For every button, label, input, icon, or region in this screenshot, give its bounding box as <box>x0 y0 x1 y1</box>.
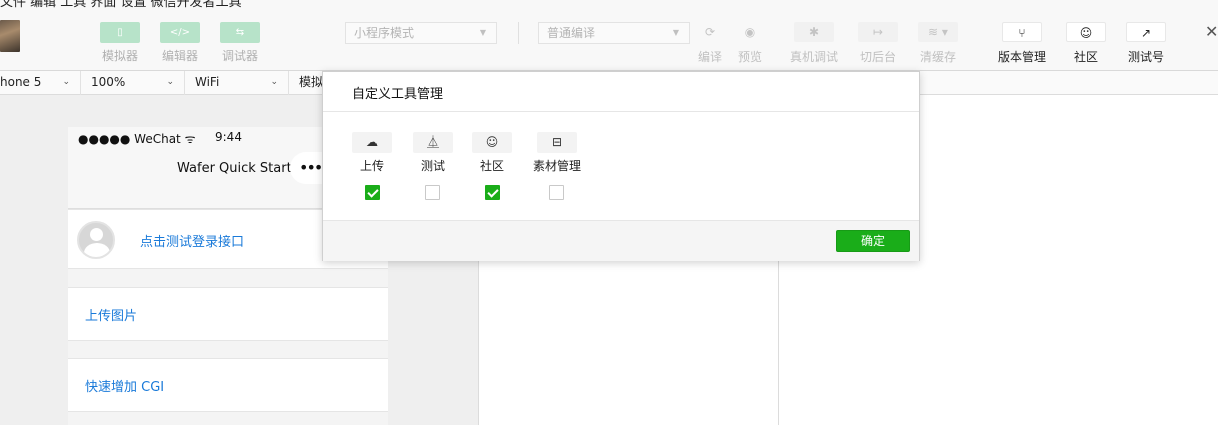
chevron-down-icon: ⌄ <box>166 77 174 87</box>
tool-upload: ☁ 上传 <box>344 132 400 174</box>
debugger-toggle-label: 调试器 <box>221 49 258 63</box>
debugger-toggle-button[interactable]: ⇆ 调试器 <box>210 22 270 64</box>
tool-material-label: 素材管理 <box>532 159 581 173</box>
top-toolbar: 文件 编辑 工具 界面 设置 微信开发者工具 ▯ 模拟器 </> 编辑器 ⇆ 调… <box>0 0 1218 71</box>
chevron-down-icon: ▼ <box>479 28 486 37</box>
dialog-title: 自定义工具管理 <box>352 87 444 102</box>
tool-material: ⊟ 素材管理 <box>529 132 585 174</box>
tool-upload-label: 上传 <box>359 159 384 173</box>
version-management-label: 版本管理 <box>997 50 1046 64</box>
community-button[interactable]: ☺ 社区 <box>1056 22 1116 65</box>
debug-arrows-icon: ⇆ <box>220 22 260 43</box>
window-title: 文件 编辑 工具 界面 设置 微信开发者工具 <box>0 0 242 10</box>
avatar-placeholder-icon <box>77 221 115 259</box>
tool-test: ⏅ 测试 <box>405 132 461 174</box>
material-box-icon: ⊟ <box>537 132 577 153</box>
chat-bubble-icon: ☺ <box>472 132 512 153</box>
simulate-select-value: 模拟 <box>299 75 324 89</box>
chevron-down-icon: ▼ <box>672 28 679 37</box>
layers-icon: ≋ ▾ <box>918 22 958 42</box>
page-title: Wafer Quick Start <box>177 161 292 176</box>
editor-toggle-button[interactable]: </> 编辑器 <box>150 22 210 64</box>
close-icon[interactable]: ✕ <box>1205 22 1218 41</box>
mode-select-value: 小程序模式 <box>354 26 415 40</box>
branch-icon: ⑂ <box>1002 22 1042 42</box>
upload-image-row[interactable]: 上传图片 <box>68 287 388 341</box>
test-account-button[interactable]: ↗ 测试号 <box>1116 22 1176 65</box>
tool-community-label: 社区 <box>479 159 504 173</box>
tool-community: ☺ 社区 <box>464 132 520 174</box>
toolbar-divider <box>518 22 519 44</box>
status-time: 9:44 <box>215 130 242 144</box>
preview-button[interactable]: ◉ 预览 <box>720 22 780 65</box>
device-select-value: hone 5 <box>0 75 42 89</box>
dialog-header: 自定义工具管理 <box>323 72 919 112</box>
compile-mode-select[interactable]: 普通编译 ▼ <box>538 22 690 44</box>
simulator-toggle-button[interactable]: ▯ 模拟器 <box>90 22 150 64</box>
login-test-link[interactable]: 点击测试登录接口 <box>140 231 244 250</box>
tool-test-checkbox[interactable] <box>425 185 440 200</box>
switch-background-button[interactable]: ↦ 切后台 <box>848 22 908 65</box>
clear-cache-label: 清缓存 <box>919 50 956 64</box>
switch-background-label: 切后台 <box>859 50 896 64</box>
cloud-upload-icon: ☁ <box>352 132 392 153</box>
dialog-footer: 确定 <box>323 220 919 261</box>
chevron-down-icon: ⌄ <box>62 77 70 87</box>
wifi-icon: ᯤ <box>180 132 196 146</box>
test-account-label: 测试号 <box>1127 50 1164 64</box>
bug-icon: ✱ <box>794 22 834 42</box>
chat-bubble-icon: ☺ <box>1066 22 1106 42</box>
chevron-down-icon: ⌄ <box>270 77 278 87</box>
tool-community-checkbox[interactable] <box>485 185 500 200</box>
external-link-icon: ↗ <box>1126 22 1166 42</box>
simulator-toggle-label: 模拟器 <box>101 49 138 63</box>
network-select[interactable]: WiFi ⌄ <box>185 71 289 95</box>
compile-mode-value: 普通编译 <box>547 26 596 40</box>
flask-icon: ⏅ <box>413 132 453 153</box>
eye-icon: ◉ <box>744 25 756 39</box>
user-avatar[interactable] <box>0 20 20 52</box>
confirm-button[interactable]: 确定 <box>836 230 910 252</box>
upload-image-link[interactable]: 上传图片 <box>85 305 137 324</box>
tool-test-label: 测试 <box>420 159 445 173</box>
network-select-value: WiFi <box>195 75 220 89</box>
add-cgi-row[interactable]: 快速增加 CGI <box>68 358 388 412</box>
device-select[interactable]: hone 5 ⌄ <box>0 71 81 95</box>
add-cgi-link[interactable]: 快速增加 CGI <box>85 376 164 395</box>
mode-select[interactable]: 小程序模式 ▼ <box>345 22 497 44</box>
custom-tools-dialog: 自定义工具管理 ☁ 上传 ⏅ 测试 ☺ 社区 ⊟ 素材管理 确定 <box>322 71 920 261</box>
version-management-button[interactable]: ⑂ 版本管理 <box>992 22 1052 65</box>
zoom-select[interactable]: 100% ⌄ <box>81 71 185 95</box>
preview-label: 预览 <box>737 50 762 64</box>
phone-icon: ▯ <box>100 22 140 43</box>
exit-arrow-icon: ↦ <box>858 22 898 42</box>
clear-cache-button[interactable]: ≋ ▾ 清缓存 <box>908 22 968 65</box>
code-icon: </> <box>160 22 200 43</box>
tool-material-checkbox[interactable] <box>549 185 564 200</box>
zoom-select-value: 100% <box>91 75 126 89</box>
remote-debug-label: 真机调试 <box>789 50 838 64</box>
carrier-label: ●●●●● WeChat ᯤ <box>78 132 196 146</box>
community-label: 社区 <box>1073 50 1098 64</box>
editor-toggle-label: 编辑器 <box>161 49 198 63</box>
tool-upload-checkbox[interactable] <box>365 185 380 200</box>
remote-debug-button[interactable]: ✱ 真机调试 <box>784 22 844 65</box>
